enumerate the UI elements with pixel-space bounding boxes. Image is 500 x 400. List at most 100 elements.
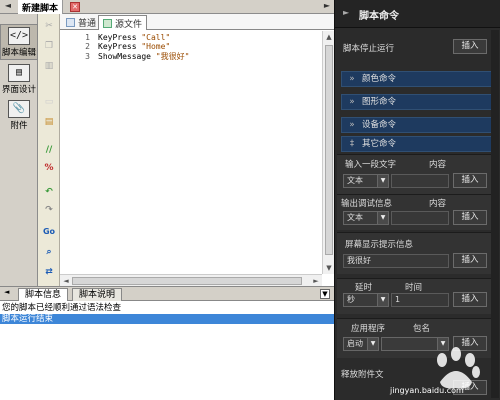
redo-icon[interactable]: ↷ xyxy=(42,204,56,216)
code-argument: "我很好" xyxy=(155,52,190,61)
dropdown-arrow-icon: ▼ xyxy=(377,294,388,306)
tab-script-description[interactable]: 脚本说明 xyxy=(72,288,123,301)
paste-icon[interactable]: ▥ xyxy=(42,60,56,72)
code-line[interactable]: 3 ShowMessage "我很好" xyxy=(60,51,190,61)
code-command: KeyPress xyxy=(98,42,142,51)
input-type-select[interactable]: 文本 ▼ xyxy=(343,174,389,188)
watermark-text: jingyan.baidu.com xyxy=(390,386,464,395)
script-edit-label: 脚本编辑 xyxy=(1,48,36,58)
category-graphic-commands[interactable]: » 图形命令 xyxy=(341,94,493,110)
stop-script-label: 脚本停止运行 xyxy=(343,44,395,54)
script-edit-button[interactable]: </> 脚本编辑 xyxy=(0,24,38,60)
insert-debug-button[interactable]: 插入 xyxy=(453,210,487,225)
editor-view-tabs: 普通 源文件 xyxy=(60,14,334,30)
release-attachment-label: 释放附件文 xyxy=(341,370,384,380)
tab-normal-label: 普通 xyxy=(78,19,97,29)
debug-type-select[interactable]: 文本 ▼ xyxy=(343,211,389,225)
app-label: 应用程序 xyxy=(351,324,386,334)
debug-label: 输出调试信息 xyxy=(341,199,393,209)
category-color-commands[interactable]: » 颜色命令 xyxy=(341,71,493,87)
attachment-button[interactable]: 📎 附件 xyxy=(0,100,38,131)
collapse-icon: ‡ xyxy=(349,139,355,149)
tab-source-view[interactable]: 源文件 xyxy=(98,15,148,30)
screen-message-field[interactable]: 我很好 xyxy=(343,254,449,268)
ui-design-label: 界面设计 xyxy=(1,85,36,95)
code-command: KeyPress xyxy=(98,33,142,42)
attachment-label: 附件 xyxy=(10,121,28,131)
tab-scroll-right-icon[interactable]: ► xyxy=(322,1,332,10)
debug-content-field[interactable] xyxy=(391,211,449,225)
tab-script-info[interactable]: 脚本信息 xyxy=(18,288,69,301)
clipboard-icon[interactable]: ▤ xyxy=(42,116,56,128)
comment-icon[interactable]: // xyxy=(42,144,56,156)
panel-toggle-icon[interactable]: ► xyxy=(343,8,349,17)
code-command: ShowMessage xyxy=(98,52,156,61)
script-info-panel: ◄ 脚本信息 脚本说明 ▼ 您的脚本已经顺利通过语法检查 脚本运行结束 xyxy=(0,286,334,400)
screen-message-label: 屏幕显示提示信息 xyxy=(345,240,414,250)
document-tab-bar: ◄ 新建脚本 ✕ ► xyxy=(0,0,334,14)
dropdown-arrow-icon: ▼ xyxy=(377,175,388,187)
command-panel-header: ► 脚本命令 xyxy=(335,0,500,28)
tab-scroll-left-icon[interactable]: ◄ xyxy=(3,1,13,10)
code-line[interactable]: 2 KeyPress "Home" xyxy=(60,42,170,51)
blank-icon: ▭ xyxy=(44,97,54,107)
line-number: 2 xyxy=(85,42,90,51)
app-action-value: 启动 xyxy=(347,339,363,348)
delay-time-label: 时间 xyxy=(405,283,423,293)
replace-icon[interactable]: ⇄ xyxy=(42,266,56,278)
debug-content-label: 内容 xyxy=(429,199,447,209)
left-tool-panel: </> 脚本编辑 ▤ 界面设计 📎 附件 xyxy=(0,14,38,286)
category-label: 设备命令 xyxy=(362,120,397,130)
delay-unit-select[interactable]: 秒 ▼ xyxy=(343,293,389,307)
category-label: 其它命令 xyxy=(362,139,397,149)
tab-normal-view[interactable]: 普通 xyxy=(62,15,100,30)
horizontal-scrollbar[interactable]: ◄ ► xyxy=(60,274,322,286)
input-content-field[interactable] xyxy=(391,174,449,188)
line-number: 1 xyxy=(85,33,90,42)
find-icon[interactable]: ⌕ xyxy=(42,246,56,258)
dropdown-arrow-icon: ▼ xyxy=(367,338,378,350)
category-device-commands[interactable]: » 设备命令 xyxy=(341,117,493,133)
tab-source-label: 源文件 xyxy=(115,20,143,30)
editor-toolbar: ✂ ❐ ▥ ▭ ▤ // % ↶ ↷ Go ⌕ ⇄ xyxy=(38,14,60,286)
info-message: 您的脚本已经顺利通过语法检查 xyxy=(2,303,122,313)
paperclip-icon: 📎 xyxy=(8,100,30,118)
app-action-select[interactable]: 启动 ▼ xyxy=(343,337,379,351)
horizontal-scroll-thumb[interactable] xyxy=(72,277,302,285)
insert-stop-button[interactable]: 插入 xyxy=(453,39,487,54)
collapse-panel-icon[interactable]: ▼ xyxy=(320,289,330,299)
uncomment-icon[interactable]: % xyxy=(42,162,56,174)
delay-label: 延时 xyxy=(355,283,373,293)
package-label: 包名 xyxy=(413,324,431,334)
expand-icon: » xyxy=(349,74,355,84)
vertical-scroll-thumb[interactable] xyxy=(325,45,333,255)
insert-input-button[interactable]: 插入 xyxy=(453,173,487,188)
input-text-label: 输入一段文字 xyxy=(345,160,397,170)
cut-icon[interactable]: ✂ xyxy=(42,20,56,32)
undo-icon[interactable]: ↶ xyxy=(42,186,56,198)
code-editor: 普通 源文件 1 KeyPress "Call" 2 KeyPress "Home"… xyxy=(60,14,334,286)
info-message-selected[interactable]: 脚本运行结束 xyxy=(0,314,334,324)
code-argument: "Home" xyxy=(141,42,171,51)
category-other-commands[interactable]: ‡ 其它命令 xyxy=(341,136,493,152)
ui-design-button[interactable]: ▤ 界面设计 xyxy=(0,64,38,95)
code-line[interactable]: 1 KeyPress "Call" xyxy=(60,33,170,42)
delay-time-field[interactable]: 1 xyxy=(391,293,449,307)
copy-icon[interactable]: ❐ xyxy=(42,40,56,52)
document-tab[interactable]: 新建脚本 xyxy=(18,0,64,14)
goto-icon[interactable]: Go xyxy=(42,226,56,238)
code-icon: </> xyxy=(8,27,30,45)
insert-delay-button[interactable]: 插入 xyxy=(453,292,487,307)
source-view-icon xyxy=(103,19,112,28)
expand-icon: » xyxy=(349,120,355,130)
info-tab-arrow-icon[interactable]: ◄ xyxy=(4,288,9,296)
vertical-scrollbar[interactable]: ▲ ▼ xyxy=(322,31,334,274)
insert-message-button[interactable]: 插入 xyxy=(453,253,487,268)
input-content-label: 内容 xyxy=(429,160,447,170)
close-tab-icon[interactable]: ✕ xyxy=(70,2,80,12)
delay-unit-value: 秒 xyxy=(347,295,355,304)
code-argument: "Call" xyxy=(141,33,171,42)
category-label: 颜色命令 xyxy=(362,74,397,84)
line-number: 3 xyxy=(85,52,90,61)
code-area[interactable]: 1 KeyPress "Call" 2 KeyPress "Home" 3 ShowM… xyxy=(60,31,322,274)
